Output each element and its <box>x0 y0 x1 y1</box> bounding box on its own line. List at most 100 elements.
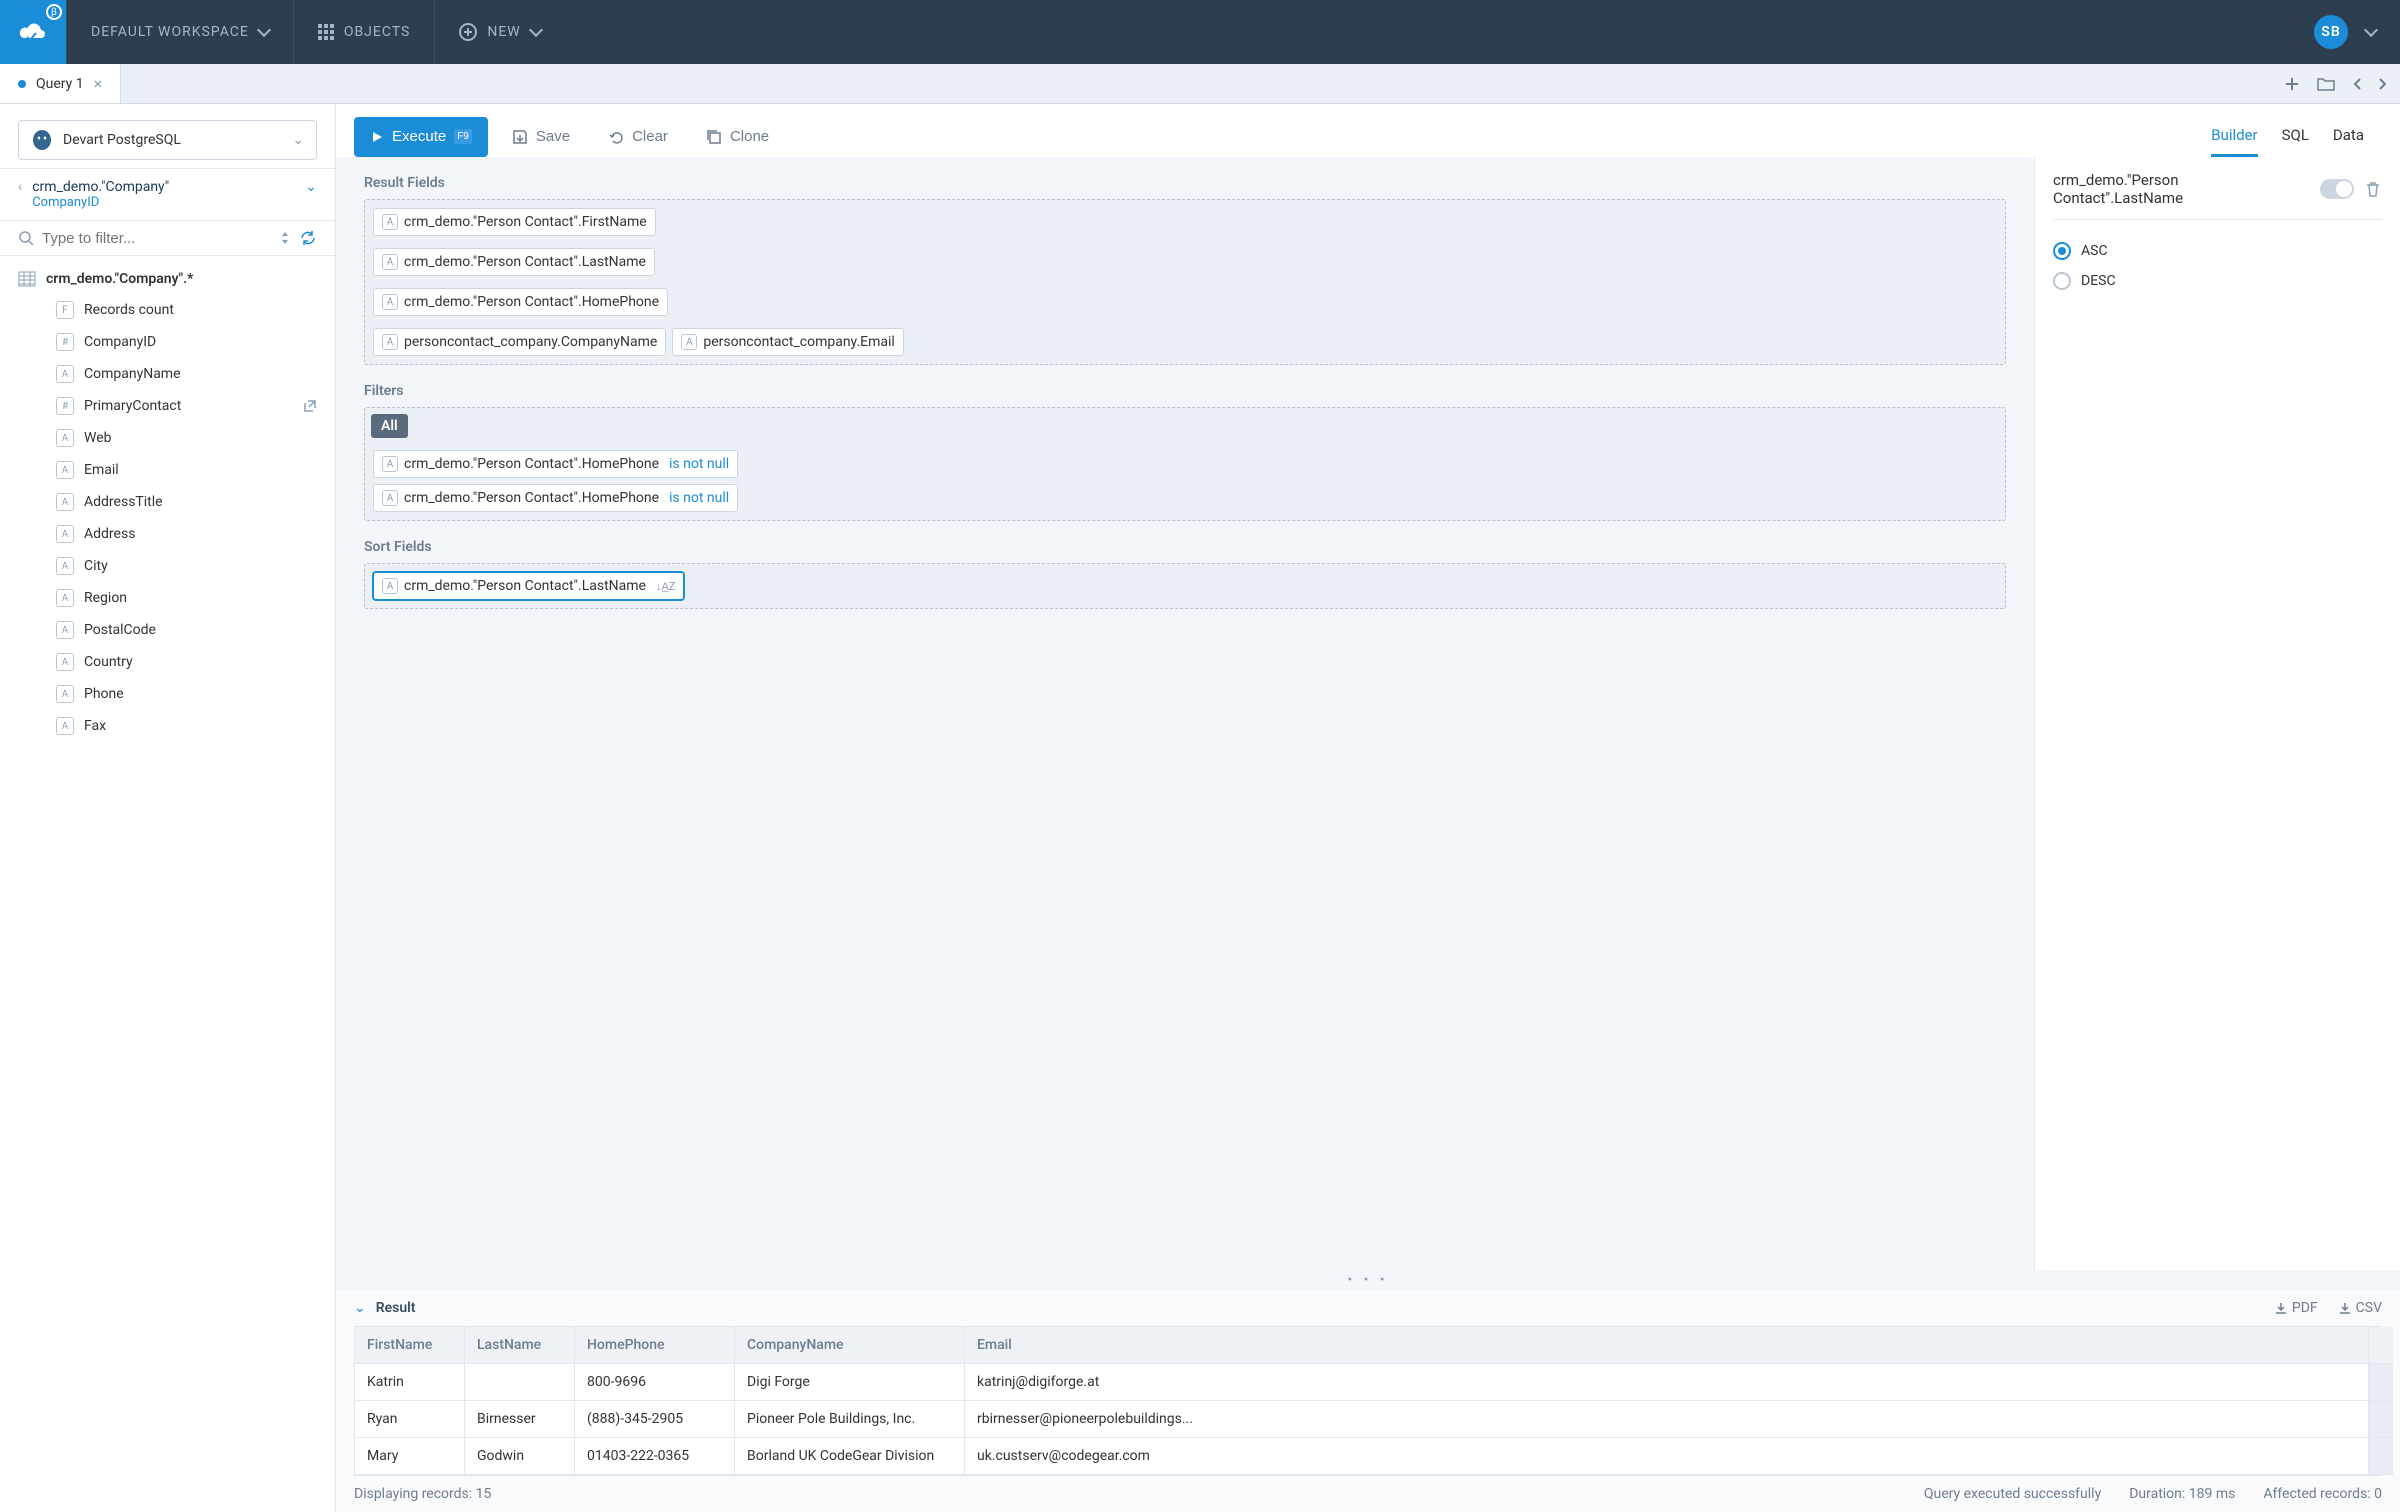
table-cell: 01403-222-0365 <box>575 1438 735 1475</box>
table-cell <box>465 1364 575 1401</box>
download-icon <box>2274 1301 2288 1315</box>
filters-area[interactable]: All Acrm_demo."Person Contact".HomePhone… <box>364 407 2006 521</box>
chevron-left-icon[interactable]: ‹ <box>18 179 22 195</box>
avatar: SB <box>2314 15 2348 49</box>
save-button[interactable]: Save <box>498 117 584 157</box>
postgres-icon <box>31 129 53 151</box>
table-cell: Borland UK CodeGear Division <box>735 1438 965 1475</box>
filter-chip[interactable]: Acrm_demo."Person Contact".HomePhoneis n… <box>373 450 738 478</box>
chevron-down-icon <box>257 23 271 37</box>
export-csv[interactable]: CSV <box>2338 1300 2382 1316</box>
folder-open-icon[interactable] <box>2316 76 2336 92</box>
chevron-down-icon <box>2364 23 2378 37</box>
export-pdf[interactable]: PDF <box>2274 1300 2318 1316</box>
breadcrumb-title: crm_demo."Company" <box>32 179 295 195</box>
tree-item[interactable]: APhone <box>0 678 335 710</box>
field-chip[interactable]: Apersoncontact_company.Email <box>672 328 903 356</box>
type-badge: A <box>56 717 74 735</box>
type-badge: A <box>56 525 74 543</box>
user-menu[interactable]: SB <box>2290 0 2400 64</box>
filter-input[interactable] <box>42 230 271 247</box>
type-badge: A <box>56 653 74 671</box>
column-header[interactable]: FirstName <box>355 1327 465 1364</box>
tree-item[interactable]: AAddressTitle <box>0 486 335 518</box>
column-header[interactable]: HomePhone <box>575 1327 735 1364</box>
objects-menu[interactable]: OBJECTS <box>293 0 435 64</box>
connection-dropdown[interactable]: Devart PostgreSQL ⌄ <box>18 120 317 160</box>
status-affected: Affected records: 0 <box>2263 1486 2382 1502</box>
table-cell: Mary <box>355 1438 465 1475</box>
tab-data[interactable]: Data <box>2333 116 2364 157</box>
tree-item[interactable]: AEmail <box>0 454 335 486</box>
column-header[interactable]: Email <box>965 1327 2369 1364</box>
filter-row <box>0 221 335 256</box>
type-badge: # <box>56 333 74 351</box>
table-row[interactable]: Katrin800-9696Digi Forgekatrinj@digiforg… <box>355 1364 2381 1401</box>
tab-query-1[interactable]: Query 1 × <box>0 64 121 103</box>
pane-divider[interactable]: • • • <box>336 1270 2400 1290</box>
table-cell: Godwin <box>465 1438 575 1475</box>
sort-icon[interactable] <box>279 230 291 246</box>
tabbar: Query 1 × <box>0 64 2400 104</box>
execute-button[interactable]: Execute F9 <box>354 117 488 157</box>
tree-item[interactable]: AFax <box>0 710 335 742</box>
tree-item[interactable]: #PrimaryContact <box>0 390 335 422</box>
type-badge: # <box>56 397 74 415</box>
filter-chip[interactable]: Acrm_demo."Person Contact".HomePhoneis n… <box>373 484 738 512</box>
tree-item[interactable]: ACity <box>0 550 335 582</box>
type-badge: A <box>382 254 398 270</box>
tree-item[interactable]: AAddress <box>0 518 335 550</box>
radio-asc[interactable]: ASC <box>2053 236 2382 266</box>
result-fields-area[interactable]: Acrm_demo."Person Contact".FirstName Acrm… <box>364 199 2006 365</box>
plus-icon[interactable] <box>2284 76 2300 92</box>
table-row[interactable]: MaryGodwin01403-222-0365Borland UK CodeG… <box>355 1438 2381 1475</box>
shortcut-badge: F9 <box>454 129 472 144</box>
results-pane: ⌄ Result PDF CSV FirstNameLastNameHomePh… <box>336 1290 2400 1512</box>
breadcrumb-sub[interactable]: CompanyID <box>32 195 295 210</box>
tree-item[interactable]: #CompanyID <box>0 326 335 358</box>
radio-desc[interactable]: DESC <box>2053 266 2382 296</box>
chevron-down-icon[interactable]: ⌄ <box>305 179 317 195</box>
clone-button[interactable]: Clone <box>692 117 783 157</box>
refresh-icon[interactable] <box>299 229 317 247</box>
tree-root[interactable]: crm_demo."Company".* <box>0 264 335 294</box>
chevron-right-icon[interactable] <box>2378 77 2388 91</box>
tree-item[interactable]: AWeb <box>0 422 335 454</box>
tab-sql[interactable]: SQL <box>2282 116 2309 157</box>
new-dropdown[interactable]: NEW <box>434 0 564 64</box>
clone-icon <box>706 129 722 145</box>
tree-item[interactable]: APostalCode <box>0 614 335 646</box>
table-row[interactable]: RyanBirnesser(888)-345-2905Pioneer Pole … <box>355 1401 2381 1438</box>
field-chip[interactable]: Apersoncontact_company.CompanyName <box>373 328 666 356</box>
sort-asc-icon: ↓A̲Z <box>656 580 675 593</box>
column-header[interactable]: CompanyName <box>735 1327 965 1364</box>
sort-chip[interactable]: Acrm_demo."Person Contact".LastName↓A̲Z <box>373 572 684 600</box>
workspace-dropdown[interactable]: DEFAULT WORKSPACE <box>66 0 293 64</box>
trash-icon[interactable] <box>2364 180 2382 198</box>
tree-item[interactable]: FRecords count <box>0 294 335 326</box>
sort-fields-area[interactable]: Acrm_demo."Person Contact".LastName↓A̲Z <box>364 563 2006 609</box>
status-duration: Duration: 189 ms <box>2129 1486 2235 1502</box>
filter-all-badge[interactable]: All <box>371 414 408 438</box>
tree-item[interactable]: ACompanyName <box>0 358 335 390</box>
close-icon[interactable]: × <box>94 74 103 93</box>
field-chip[interactable]: Acrm_demo."Person Contact".LastName <box>373 248 655 276</box>
properties-panel: crm_demo."Person Contact".LastName ASC D… <box>2034 157 2400 1270</box>
sort-fields-label: Sort Fields <box>364 539 2006 555</box>
column-header[interactable]: LastName <box>465 1327 575 1364</box>
field-toggle[interactable] <box>2320 179 2354 199</box>
chevron-down-icon[interactable]: ⌄ <box>354 1300 366 1316</box>
app-logo[interactable]: β <box>0 0 66 64</box>
plus-circle-icon <box>459 23 477 41</box>
clear-button[interactable]: Clear <box>594 117 682 157</box>
tree-item[interactable]: ARegion <box>0 582 335 614</box>
field-chip[interactable]: Acrm_demo."Person Contact".HomePhone <box>373 288 668 316</box>
field-chip[interactable]: Acrm_demo."Person Contact".FirstName <box>373 208 656 236</box>
table-cell: uk.custserv@codegear.com <box>965 1438 2369 1475</box>
chevron-left-icon[interactable] <box>2352 77 2362 91</box>
result-label: Result <box>376 1300 416 1316</box>
result-grid: FirstNameLastNameHomePhoneCompanyNameEma… <box>354 1326 2382 1476</box>
tab-builder[interactable]: Builder <box>2211 116 2257 157</box>
radio-on-icon <box>2053 242 2071 260</box>
tree-item[interactable]: ACountry <box>0 646 335 678</box>
